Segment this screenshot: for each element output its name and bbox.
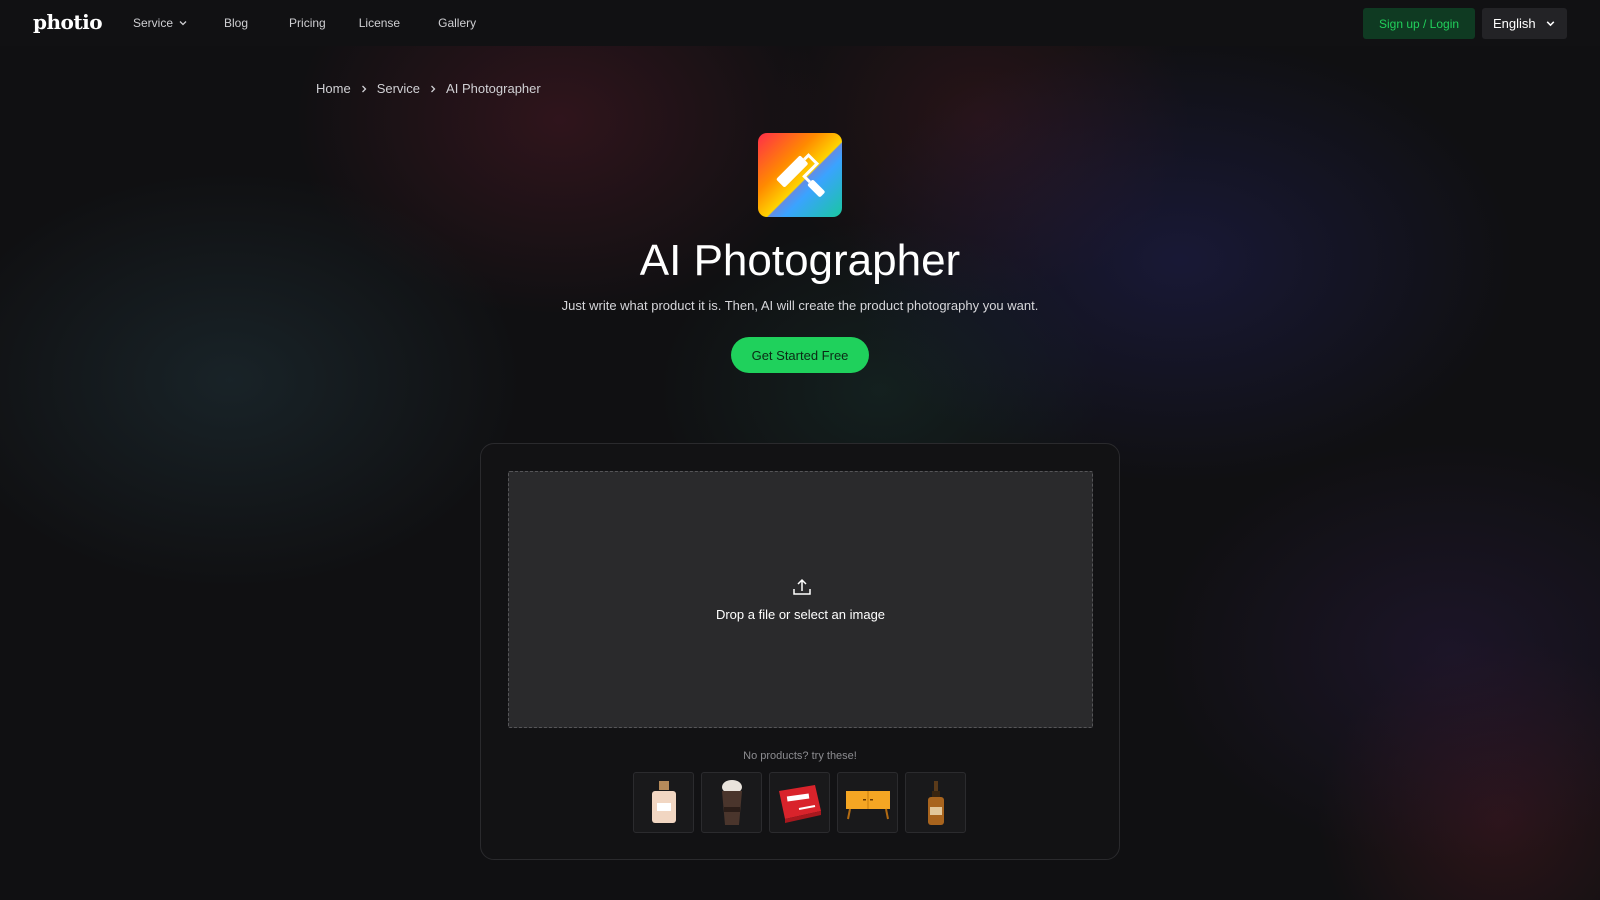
- get-started-button[interactable]: Get Started Free: [731, 337, 869, 373]
- perfume-bottle-icon: [651, 780, 676, 823]
- nav-blog[interactable]: Blog: [224, 16, 248, 30]
- upload-card: Drop a file or select an image No produc…: [480, 443, 1120, 860]
- medicine-box-icon: [778, 784, 821, 823]
- breadcrumb: Home Service AI Photographer: [316, 81, 541, 96]
- signup-login-button[interactable]: Sign up / Login: [1363, 8, 1475, 39]
- nav-license[interactable]: License: [359, 16, 400, 30]
- main-nav: Service Blog Pricing License Gallery: [133, 0, 476, 46]
- try-samples-label: No products? try these!: [743, 750, 857, 762]
- sample-sideboard[interactable]: [837, 772, 898, 833]
- upload-icon: [793, 578, 811, 595]
- top-navbar: photio Service Blog Pricing License Gall…: [0, 0, 1600, 46]
- chevron-down-icon: [1546, 21, 1555, 27]
- sample-medicine-box[interactable]: [769, 772, 830, 833]
- nav-gallery[interactable]: Gallery: [438, 16, 476, 30]
- breadcrumb-home[interactable]: Home: [316, 81, 351, 96]
- nav-service[interactable]: Service: [133, 16, 188, 30]
- file-dropzone[interactable]: Drop a file or select an image: [508, 471, 1093, 728]
- language-select[interactable]: English: [1482, 8, 1567, 39]
- paint-roller-icon: [758, 133, 842, 217]
- sample-products: [633, 772, 966, 833]
- chevron-down-icon: [179, 21, 187, 26]
- sideboard-icon: [845, 790, 890, 819]
- nav-service-label: Service: [133, 16, 174, 30]
- nav-pricing[interactable]: Pricing: [289, 16, 326, 30]
- language-value: English: [1493, 16, 1536, 31]
- sample-perfume[interactable]: [633, 772, 694, 833]
- chevron-right-icon: [431, 85, 436, 92]
- sample-iced-coffee[interactable]: [701, 772, 762, 833]
- page-subtitle: Just write what product it is. Then, AI …: [561, 298, 1039, 313]
- brand-logo[interactable]: photio: [33, 10, 103, 34]
- sample-dropper-bottle[interactable]: [905, 772, 966, 833]
- dropper-bottle-icon: [927, 780, 944, 825]
- breadcrumb-current: AI Photographer: [446, 81, 541, 96]
- page-title: AI Photographer: [639, 236, 961, 285]
- iced-coffee-icon: [721, 779, 742, 825]
- breadcrumb-service[interactable]: Service: [377, 81, 420, 96]
- chevron-right-icon: [361, 85, 367, 92]
- dropzone-text: Drop a file or select an image: [715, 607, 886, 622]
